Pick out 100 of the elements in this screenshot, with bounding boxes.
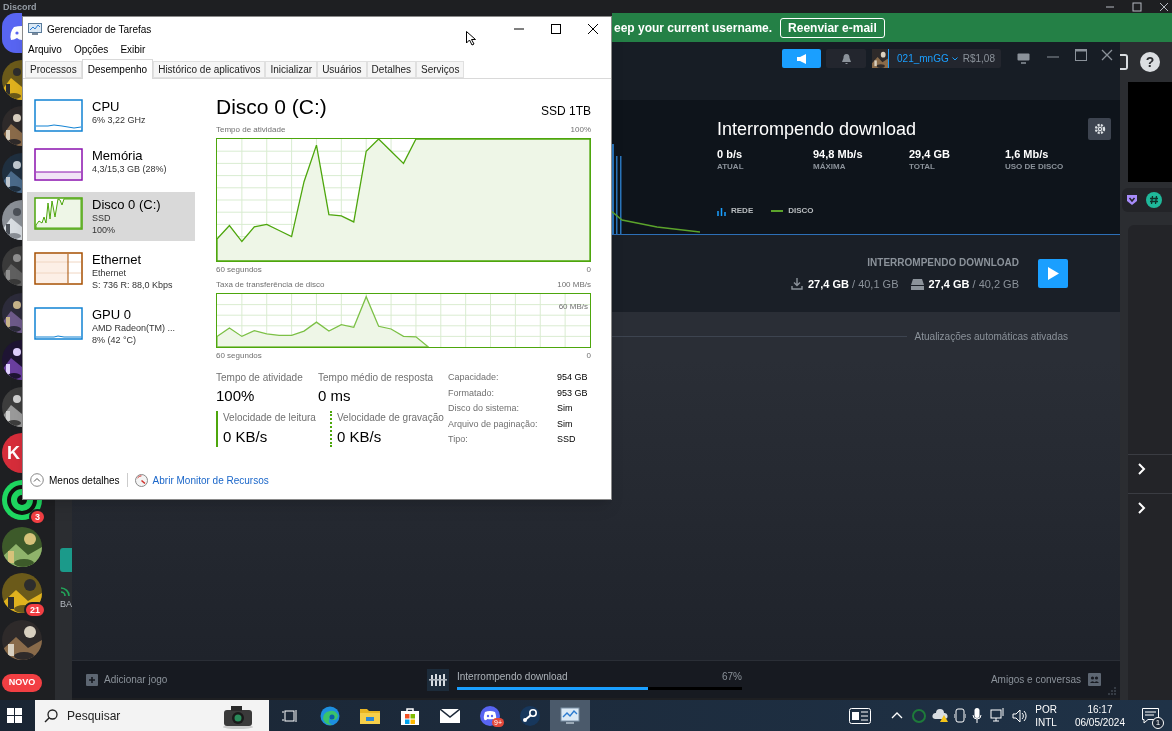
resource-monitor-link[interactable]: Abrir Monitor de Recursos bbox=[152, 472, 269, 488]
shield-icon[interactable] bbox=[1126, 194, 1138, 206]
device-item[interactable]: GPU 0 AMD Radeon(TM) ... 8% (42 °C) bbox=[27, 302, 195, 351]
device-detail: 4,3/15,3 GB (28%) bbox=[92, 163, 167, 175]
line-icon bbox=[771, 210, 784, 212]
announcement-button[interactable] bbox=[782, 49, 822, 68]
tab[interactable]: Histórico de aplicativos bbox=[153, 61, 266, 78]
property-value: Sim bbox=[557, 417, 574, 431]
hash-icon[interactable] bbox=[1146, 192, 1162, 208]
stat-label: MÁXIMA bbox=[813, 161, 847, 172]
microphone-icon[interactable] bbox=[972, 707, 983, 724]
new-badge[interactable]: NOVO bbox=[2, 674, 42, 692]
device-item[interactable]: Disco 0 (C:) SSD 100% bbox=[27, 192, 195, 241]
friends-button[interactable]: Amigos e conversas bbox=[990, 672, 1101, 687]
add-game-button[interactable]: Adicionar jogo bbox=[86, 672, 168, 687]
search-field[interactable]: Pesquisar bbox=[35, 700, 269, 731]
tab[interactable]: Serviços bbox=[416, 61, 465, 78]
property-label: Arquivo de paginação: bbox=[448, 417, 539, 431]
tab[interactable]: Inicializar bbox=[265, 61, 318, 78]
menu-item[interactable]: Exibir bbox=[120, 42, 146, 57]
caret-icon bbox=[951, 56, 958, 61]
close-icon[interactable] bbox=[1101, 49, 1113, 61]
graph-thumbnail bbox=[34, 99, 83, 132]
account-menu[interactable]: 021_mnGG R$1,08 bbox=[872, 49, 1001, 68]
disk-size: 27,4 GB / 40,2 GB bbox=[928, 276, 1019, 292]
play-button[interactable] bbox=[1038, 259, 1068, 288]
property-label: Disco do sistema: bbox=[448, 402, 521, 416]
monitor-chart-icon bbox=[560, 706, 580, 725]
settings-button[interactable] bbox=[1088, 118, 1111, 140]
stat-label: ATUAL bbox=[717, 161, 745, 172]
app-icon bbox=[28, 23, 42, 35]
help-button[interactable]: ? bbox=[1140, 52, 1160, 72]
device-icon[interactable] bbox=[954, 708, 967, 723]
device-detail: S: 736 R: 88,0 Kbps bbox=[92, 279, 173, 291]
notification-badge: 21 bbox=[24, 602, 46, 619]
gauge-icon bbox=[134, 473, 148, 487]
device-name: CPU bbox=[92, 99, 121, 114]
controller-icon bbox=[480, 705, 500, 726]
mail-icon bbox=[440, 708, 460, 723]
tab[interactable]: Desempenho bbox=[81, 59, 154, 79]
stat-value: 0 KB/s bbox=[337, 427, 383, 447]
play-icon bbox=[1047, 267, 1059, 280]
browser-icon bbox=[320, 705, 340, 726]
download-status: INTERROMPENDO DOWNLOAD bbox=[867, 255, 1019, 270]
home-button[interactable] bbox=[2, 13, 22, 53]
cloud-warning-icon[interactable] bbox=[932, 708, 950, 723]
collapse-icon bbox=[30, 473, 44, 487]
device-name: Memória bbox=[92, 148, 144, 163]
fewer-details-button[interactable]: Menos detalhes bbox=[30, 472, 120, 488]
resend-email-button[interactable]: Reenviar e-mail bbox=[780, 17, 885, 38]
clock-time: 16:17 bbox=[1087, 702, 1113, 716]
signal-icon bbox=[60, 586, 71, 597]
graph-thumbnail bbox=[34, 197, 83, 230]
maximize-icon[interactable] bbox=[1132, 1, 1142, 12]
notification-center-button[interactable]: 1 bbox=[1139, 704, 1161, 727]
search-input[interactable]: Pesquisar bbox=[67, 706, 197, 725]
keyboard-layout: INTL bbox=[1035, 715, 1057, 729]
progress-percent: 67% bbox=[722, 670, 742, 684]
resize-grip-icon[interactable] bbox=[1107, 686, 1116, 695]
stat-label: TOTAL bbox=[909, 161, 936, 172]
maximize-icon[interactable] bbox=[1075, 49, 1087, 61]
stat-value: 0 KB/s bbox=[223, 427, 269, 447]
device-detail: 6% 3,22 GHz bbox=[92, 114, 146, 126]
stat-label: Velocidade de gravação bbox=[337, 411, 444, 424]
volume-icon[interactable] bbox=[1012, 708, 1028, 723]
device-detail: AMD Radeon(TM) ... bbox=[92, 322, 176, 334]
server-icon[interactable]: K bbox=[2, 433, 22, 474]
close-icon[interactable] bbox=[1159, 1, 1169, 12]
legend-label: REDE bbox=[731, 205, 754, 217]
stat-label: Tempo de atividade bbox=[216, 371, 304, 384]
property-value: 953 GB bbox=[557, 386, 588, 400]
network-icon[interactable] bbox=[990, 708, 1007, 723]
device-detail: 100% bbox=[92, 224, 117, 236]
store-icon bbox=[401, 706, 419, 725]
time-span-label: 60 segundos bbox=[216, 351, 262, 361]
device-item[interactable]: Ethernet Ethernet S: 736 R: 88,0 Kbps bbox=[27, 247, 195, 296]
device-detail: SSD bbox=[92, 212, 112, 224]
monitor-icon[interactable] bbox=[1017, 53, 1030, 64]
message-icon bbox=[1141, 707, 1159, 724]
menu-item[interactable]: Arquivo bbox=[28, 42, 62, 57]
channel-text: BA bbox=[60, 599, 72, 609]
banner-text: eep your current username. bbox=[614, 19, 773, 37]
window-title: Discord bbox=[3, 1, 37, 12]
stat-value: 0 ms bbox=[318, 386, 352, 406]
tab[interactable]: Detalhes bbox=[366, 61, 417, 78]
notifications-button[interactable] bbox=[826, 49, 867, 68]
task-view-icon bbox=[282, 708, 298, 723]
device-item[interactable]: Memória 4,3/15,3 GB (28%) bbox=[27, 143, 195, 186]
time-span-label: 60 segundos bbox=[216, 265, 262, 275]
drive-icon bbox=[910, 278, 924, 290]
device-item[interactable]: CPU 6% 3,22 GHz bbox=[27, 94, 195, 137]
tab[interactable]: Usuários bbox=[317, 61, 367, 78]
news-icon[interactable] bbox=[849, 707, 874, 724]
chevron-up-icon[interactable] bbox=[891, 712, 904, 719]
tab[interactable]: Processos bbox=[25, 61, 82, 78]
stat-label: Tempo médio de resposta bbox=[318, 371, 434, 384]
device-detail: 8% (42 °C) bbox=[92, 334, 138, 346]
wallet-balance: R$1,08 bbox=[962, 52, 995, 66]
stat-label: USO DE DISCO bbox=[1005, 161, 1065, 172]
menu-item[interactable]: Opções bbox=[73, 42, 109, 57]
